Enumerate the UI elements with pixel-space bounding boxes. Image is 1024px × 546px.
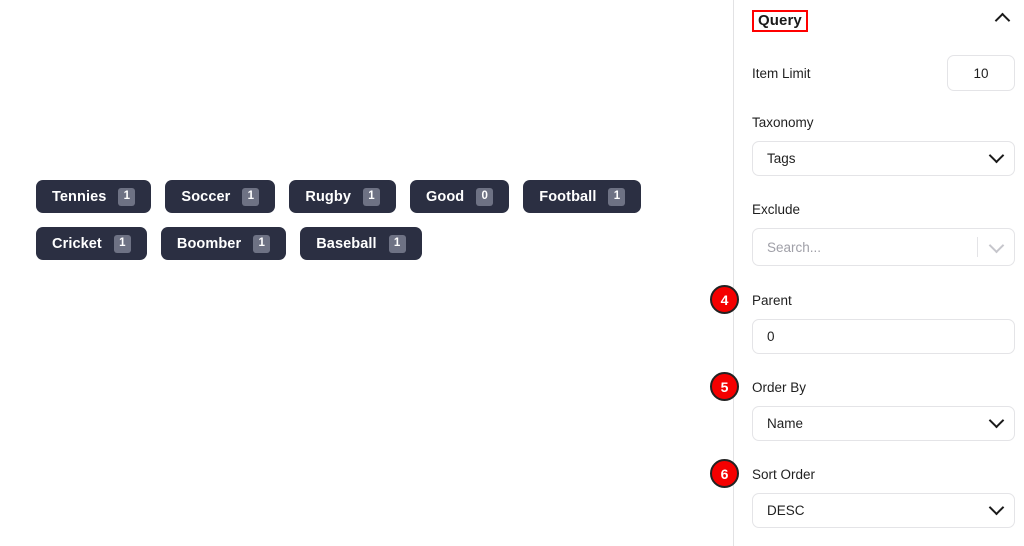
- chevron-down-icon[interactable]: [978, 229, 1014, 265]
- tag-chip[interactable]: Football 1: [523, 180, 642, 213]
- tag-chip[interactable]: Rugby 1: [289, 180, 396, 213]
- tag-chip[interactable]: Cricket 1: [36, 227, 147, 260]
- exclude-label: Exclude: [752, 202, 801, 217]
- tag-chip-count: 1: [242, 187, 260, 206]
- parent-input[interactable]: 0: [752, 319, 1015, 354]
- tag-chip[interactable]: Good 0: [410, 180, 510, 213]
- tag-chip-count: 1: [388, 234, 406, 253]
- sort-order-field: Sort Order DESC: [752, 466, 1015, 528]
- item-limit-label: Item Limit: [752, 65, 811, 81]
- chevron-down-icon: [988, 412, 1005, 433]
- tag-cloud: Tennies 1 Soccer 1 Rugby 1 Good 0 Footba…: [36, 180, 696, 260]
- chevron-down-icon: [988, 499, 1005, 520]
- tag-chip-label: Soccer: [181, 188, 231, 205]
- tag-chip-label: Tennies: [52, 188, 107, 205]
- exclude-field: Exclude Search...: [752, 201, 1015, 266]
- tag-chip-label: Rugby: [305, 188, 351, 205]
- exclude-search-input[interactable]: Search...: [753, 240, 977, 255]
- order-by-select[interactable]: Name: [752, 406, 1015, 441]
- chevron-down-icon: [988, 147, 1005, 168]
- screenshot-root: Tennies 1 Soccer 1 Rugby 1 Good 0 Footba…: [0, 0, 1024, 546]
- tag-chip-label: Cricket: [52, 235, 102, 252]
- chevron-up-icon[interactable]: [994, 11, 1011, 31]
- tag-chip-label: Good: [426, 188, 465, 205]
- query-settings-sidebar: Query Item Limit 10 Taxonomy Tags Exclud…: [733, 0, 1024, 546]
- sort-order-label: Sort Order: [752, 467, 816, 482]
- tag-chip-label: Baseball: [316, 235, 377, 252]
- taxonomy-label: Taxonomy: [752, 115, 814, 130]
- tag-chip-count: 1: [113, 234, 131, 253]
- sort-order-select[interactable]: DESC: [752, 493, 1015, 528]
- tag-chip[interactable]: Boomber 1: [160, 227, 287, 260]
- order-by-field: Order By Name: [752, 379, 1015, 441]
- parent-label: Parent: [752, 293, 792, 308]
- item-limit-input[interactable]: 10: [947, 55, 1015, 91]
- step-marker-4: 4: [710, 285, 739, 314]
- order-by-value: Name: [767, 416, 804, 431]
- item-limit-row: Item Limit 10: [752, 55, 1015, 91]
- taxonomy-select[interactable]: Tags: [752, 141, 1015, 176]
- query-panel-title-wrap: Query: [752, 10, 808, 32]
- tag-chip-label: Football: [539, 188, 597, 205]
- step-marker-6: 6: [710, 459, 739, 488]
- tag-chip-count: 1: [253, 234, 271, 253]
- query-panel-header[interactable]: Query: [734, 0, 1024, 42]
- step-marker-5: 5: [710, 372, 739, 401]
- tag-chip-count: 1: [608, 187, 626, 206]
- taxonomy-value: Tags: [767, 151, 796, 166]
- tag-chip[interactable]: Tennies 1: [36, 180, 152, 213]
- panel-title: Query: [758, 12, 802, 29]
- tag-chip-count: 1: [363, 187, 380, 206]
- tag-chip-label: Boomber: [176, 235, 242, 252]
- exclude-combobox[interactable]: Search...: [752, 228, 1015, 266]
- parent-field: Parent 0: [752, 292, 1015, 354]
- tag-chip[interactable]: Soccer 1: [165, 180, 276, 213]
- tag-chip-count: 0: [476, 187, 494, 206]
- taxonomy-field: Taxonomy Tags: [752, 114, 1015, 176]
- tag-chip[interactable]: Baseball 1: [300, 227, 422, 260]
- sort-order-value: DESC: [767, 503, 805, 518]
- order-by-label: Order By: [752, 380, 807, 395]
- tag-chip-count: 1: [118, 187, 136, 206]
- preview-area: Tennies 1 Soccer 1 Rugby 1 Good 0 Footba…: [0, 0, 733, 546]
